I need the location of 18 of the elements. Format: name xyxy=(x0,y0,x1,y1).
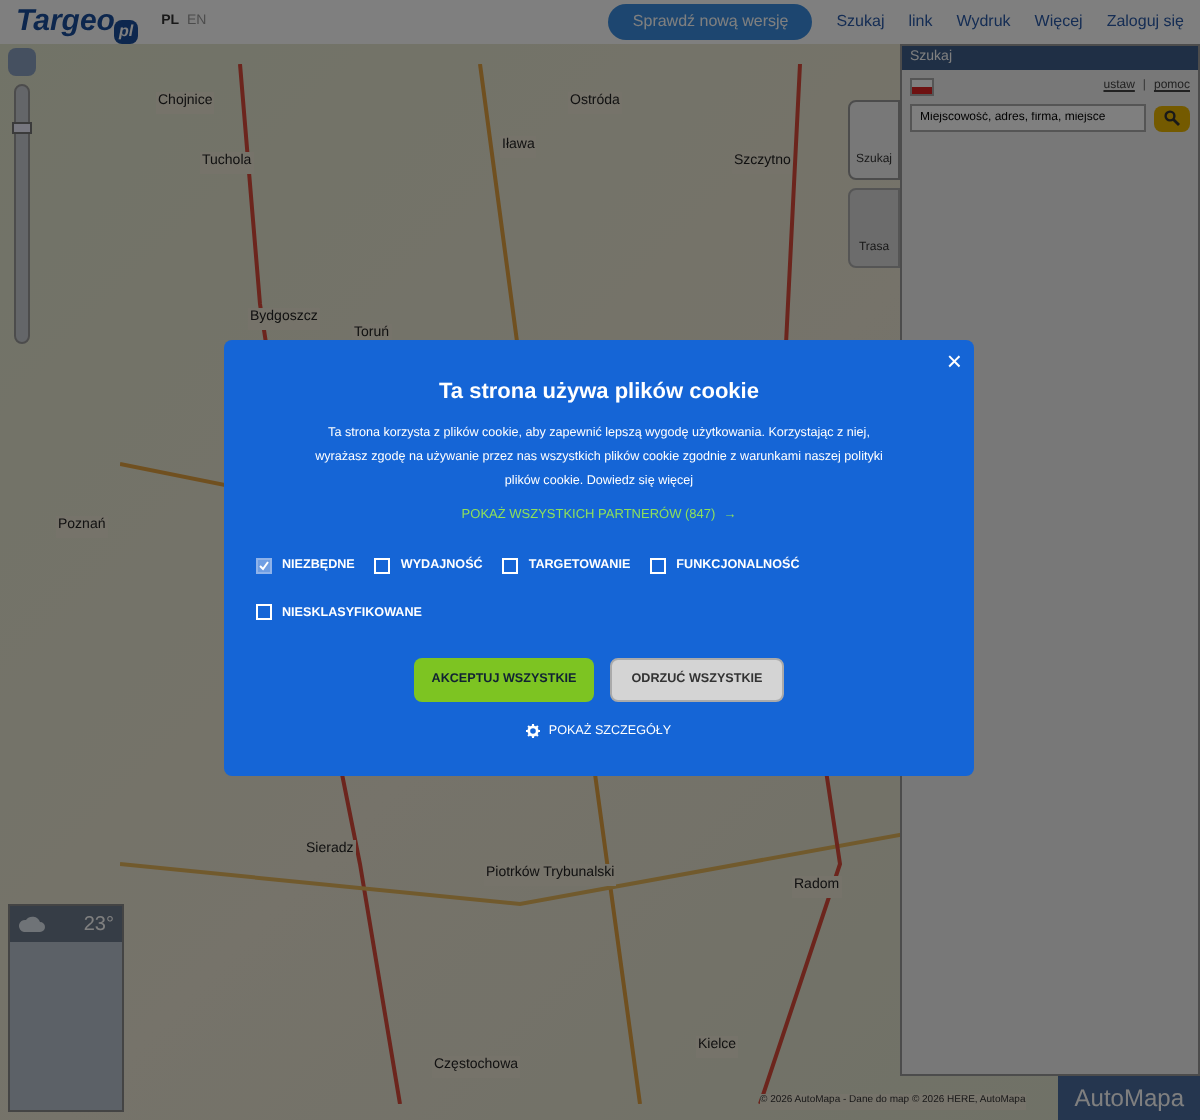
dialog-title: Ta strona używa plików cookie xyxy=(439,378,759,408)
settings-icon xyxy=(526,724,541,739)
nav-link[interactable]: Szukaj xyxy=(836,10,885,34)
close-button[interactable]: × xyxy=(946,348,962,374)
cloud-icon xyxy=(18,914,46,934)
nav-link[interactable]: link xyxy=(908,10,933,34)
temperature: 23° xyxy=(83,911,114,939)
nav-link[interactable]: Zaloguj się xyxy=(1106,10,1184,34)
poland-flag-icon[interactable] xyxy=(910,78,934,96)
new-version-button[interactable]: Sprawdź nową wersję xyxy=(608,4,813,40)
nav-link[interactable]: Wydruk xyxy=(956,10,1011,34)
search-button[interactable] xyxy=(1154,105,1190,131)
zoom-slider[interactable] xyxy=(14,84,30,344)
weather-widget[interactable]: 23° xyxy=(8,904,124,1112)
nav-link[interactable]: Więcej xyxy=(1034,10,1083,34)
zoom-thumb[interactable] xyxy=(12,122,32,135)
brand-logo: AutoMapa xyxy=(1058,1076,1200,1120)
search-icon xyxy=(1164,110,1180,126)
